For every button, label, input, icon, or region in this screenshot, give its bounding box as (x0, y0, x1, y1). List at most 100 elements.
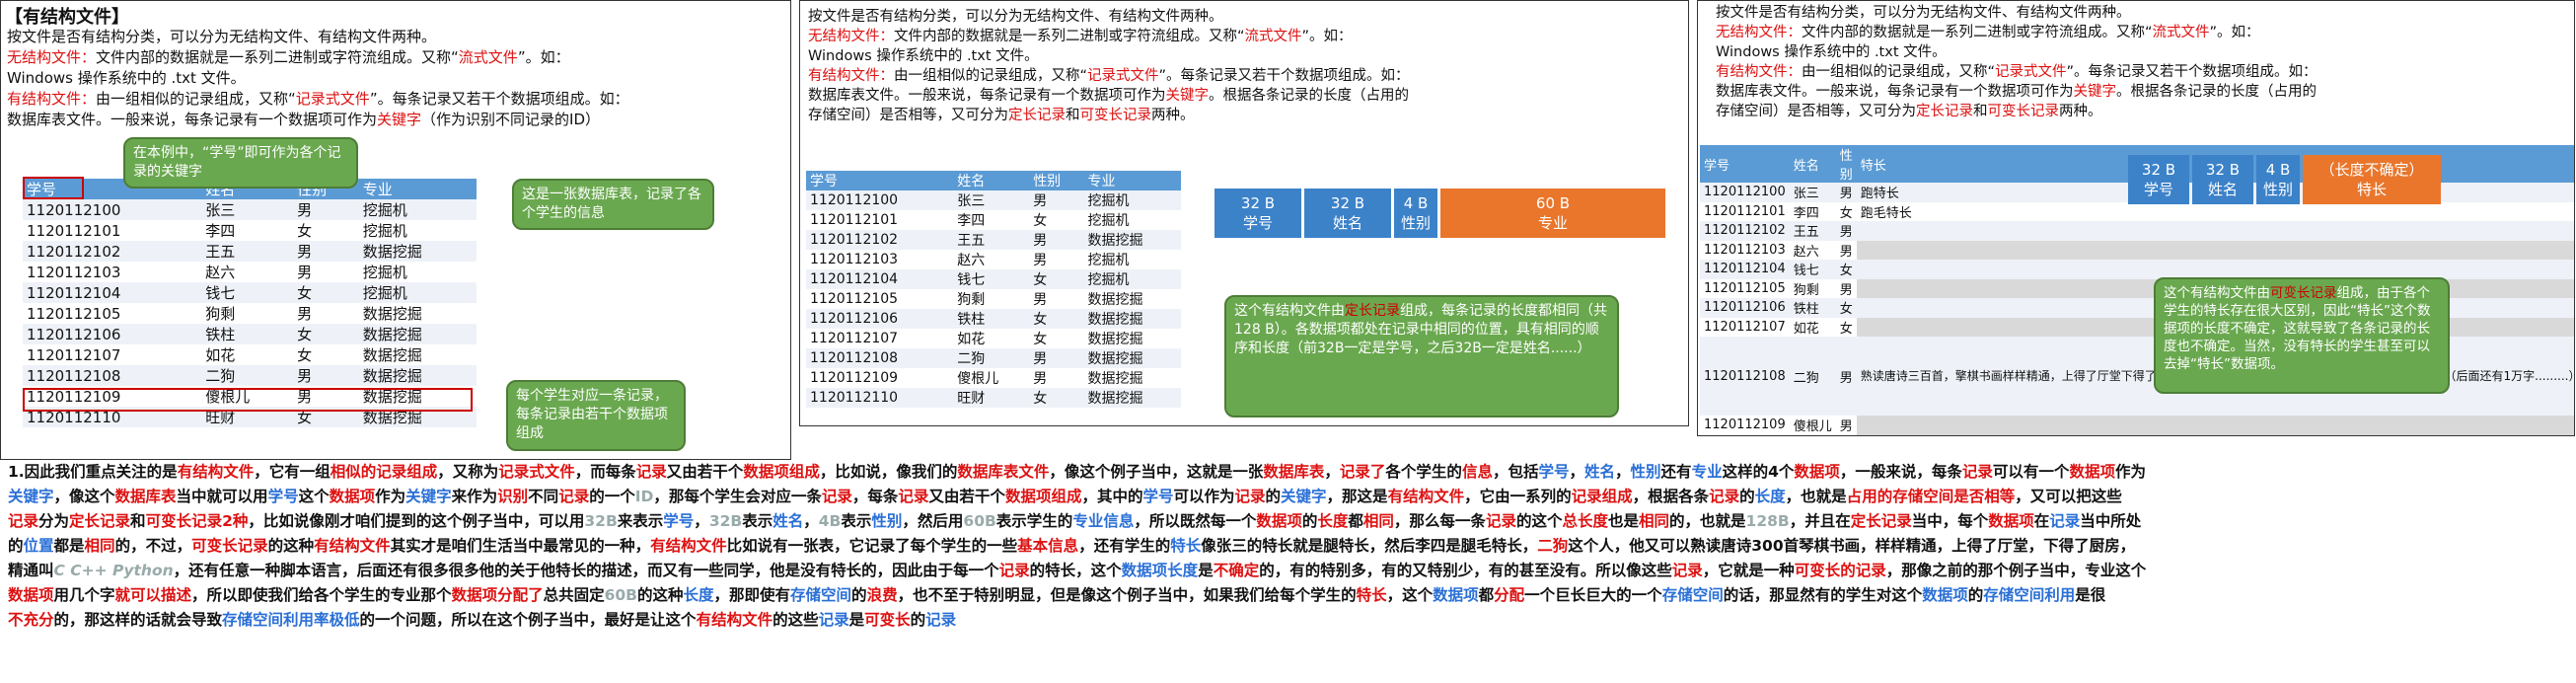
table-row: 1120112102 王五男数据挖掘 (806, 230, 1181, 250)
table-cell: 铁柱 (201, 324, 294, 344)
table-cell: 1120112105 (1704, 280, 1786, 296)
table-cell: 1120112110 (1700, 434, 1790, 435)
intro-line: Windows 操作系统中的 .txt 文件。 (7, 69, 246, 87)
intro-line: 有结构文件：由一组相似的记录组成，又称“记录式文件”。每条记录又若干个数据项组成… (808, 68, 1410, 84)
table-cell: 1120112107 (27, 345, 121, 364)
table-cell: 钱七 (1789, 260, 1836, 279)
paragraph-line: 记录分为定长记录和可变长记录2种，比如说像刚才咱们提到的这个例子当中，可以用32… (8, 512, 2142, 530)
table-cell: 1120112107 (810, 331, 899, 346)
table-row: 1120112110旺财女 (1700, 434, 2574, 435)
table-cell: 1120112100 (23, 199, 202, 220)
table-row: 1120112106 铁柱女数据挖掘 (806, 309, 1181, 329)
table-cell: 王五 (1789, 221, 1836, 241)
field-block: （长度不确定） 特长 (2303, 155, 2441, 204)
table-cell: 女 (297, 346, 313, 364)
table-cell: 钱七 (953, 269, 1030, 289)
table-cell: 铁柱 (1789, 298, 1836, 318)
table-cell: 1120112100 (806, 190, 954, 210)
callout-row: 每个学生对应一条记录，每条记录由若干个数据项组成 (506, 380, 686, 451)
table-cell: 傻根儿 (1793, 419, 1832, 435)
table-cell: 1120112109 (1704, 417, 1786, 433)
table-cell: 1120112106 (23, 324, 202, 344)
table-cell: 数据挖掘 (1087, 292, 1143, 308)
table-cell: 1120112101 (27, 221, 121, 240)
panel-variable-length: 按文件是否有结构分类，可以分为无结构文件、有结构文件两种。 无结构文件：文件内部… (1697, 0, 2575, 436)
intro-line: 有结构文件：由一组相似的记录组成，又称“记录式文件”。每条记录又若干个数据项组成… (7, 90, 629, 108)
key-highlight (23, 177, 84, 199)
field-block: 4 B 性别 (2256, 155, 2300, 204)
intro-line: Windows 操作系统中的 .txt 文件。 (1716, 44, 1947, 60)
table-cell: 女 (293, 324, 359, 344)
table-cell: 1120112102 (1700, 221, 1790, 241)
column-header: 专业 (1083, 171, 1181, 190)
table-cell: 钱七 (201, 282, 294, 303)
intro-line: 数据库表文件。一般来说，每条记录有一个数据项可作为关键字。根据各条记录的长度（占… (808, 88, 1409, 104)
table-cell: 傻根儿 (957, 371, 999, 387)
column-header: 性别 (1029, 171, 1084, 190)
table-cell: 1120112105 (810, 291, 899, 307)
table-cell: 数据挖掘 (1083, 388, 1181, 408)
intro-line: 存储空间）是否相等，又可分为定长记录和可变长记录两种。 (1716, 104, 2102, 119)
table-cell: 数据挖掘 (358, 241, 477, 262)
table-cell: 挖掘机 (358, 282, 477, 303)
table-cell (1856, 260, 2574, 279)
table-cell: 男 (1835, 337, 1857, 416)
column-header: 姓名 (953, 171, 1030, 190)
table-cell (1856, 221, 2574, 241)
table-row: 1120112104 钱七女 (1700, 260, 2574, 279)
table-cell: 挖掘机 (1087, 213, 1130, 229)
section-heading: 【有结构文件】 (5, 7, 129, 28)
field-block: 32 B 姓名 (1304, 189, 1391, 238)
table-cell: 数据挖掘 (358, 365, 477, 386)
table-row: 1120112105 狗剩 男 数据挖掘 (23, 303, 477, 324)
table-cell: 男 (1033, 371, 1048, 387)
table-cell: 1120112108 (806, 348, 954, 368)
table-cell: 男 (1839, 282, 1853, 298)
table-cell: 男 (1835, 221, 1857, 241)
intro-line: 存储空间）是否相等，又可分为定长记录和可变长记录两种。 (808, 108, 1195, 123)
table-cell: 1120112102 (806, 230, 954, 250)
table-cell: 数据挖掘 (358, 324, 477, 344)
paragraph-line: 精通叫C C++ Python，还有任意一种脚本语言，后面还有很多很多他的关于他… (8, 562, 2147, 579)
table-cell: 挖掘机 (1083, 190, 1181, 210)
explanation-paragraph: 1.因此我们重点关注的是有结构文件，它有一组相似的记录组成，又称为记录式文件，而… (8, 460, 2569, 633)
table-cell: 张三 (201, 199, 294, 220)
table-cell: 男 (1029, 230, 1084, 250)
table-cell: 1120112103 (810, 252, 899, 267)
table-cell: 1120112108 (1700, 337, 1790, 416)
table-cell (1856, 240, 2574, 260)
table-cell: 旺财 (953, 388, 1030, 408)
intro-line: Windows 操作系统中的 .txt 文件。 (808, 48, 1039, 64)
table-cell: 1120112108 (23, 365, 202, 386)
table-cell: 女 (1839, 205, 1853, 221)
table-cell: 1120112102 (23, 241, 202, 262)
table-cell: 女 (1029, 309, 1084, 329)
table-cell: 男 (293, 199, 359, 220)
table-cell: 狗剩 (1793, 282, 1819, 298)
table-cell: 王五 (953, 230, 1030, 250)
table-cell: 挖掘机 (1087, 253, 1130, 268)
table-row: 1120112108 二狗男数据挖掘 (806, 348, 1181, 368)
table-cell: 1120112101 (1704, 203, 1786, 219)
table-cell: 女 (1033, 332, 1048, 347)
table-cell: 数据挖掘 (362, 305, 422, 323)
callout-fixed: 这个有结构文件由定长记录组成，每条记录的长度都相同（共 128 B）。各数据项都… (1224, 295, 1619, 417)
table-cell: 男 (1033, 292, 1048, 308)
table-cell: 赵六 (205, 264, 236, 281)
table-cell: 女 (1029, 388, 1084, 408)
callout-variable: 这个有结构文件由可变长记录组成，由于各个学生的特长存在很大区别，因此“特长”这个… (2154, 277, 2450, 394)
table-cell: 1120112104 (23, 282, 202, 303)
table-cell: 铁柱 (953, 309, 1030, 329)
table-cell: 赵六 (957, 253, 986, 268)
table-cell: 男 (1839, 244, 1853, 260)
column-header: 专业 (358, 179, 477, 199)
table-cell: 男 (297, 264, 313, 281)
table-cell: 数据挖掘 (1083, 348, 1181, 368)
table-cell: 1120112110 (806, 388, 954, 408)
table-cell: 挖掘机 (362, 222, 407, 240)
table-cell: 赵六 (1793, 244, 1819, 260)
panel-fixed-length: 按文件是否有结构分类，可以分为无结构文件、有结构文件两种。 无结构文件：文件内部… (799, 0, 1689, 426)
column-header: 学号 (1700, 145, 1790, 183)
table-cell: 男 (293, 241, 359, 262)
table-row: 1120112102 王五男数据挖掘 (23, 241, 477, 262)
